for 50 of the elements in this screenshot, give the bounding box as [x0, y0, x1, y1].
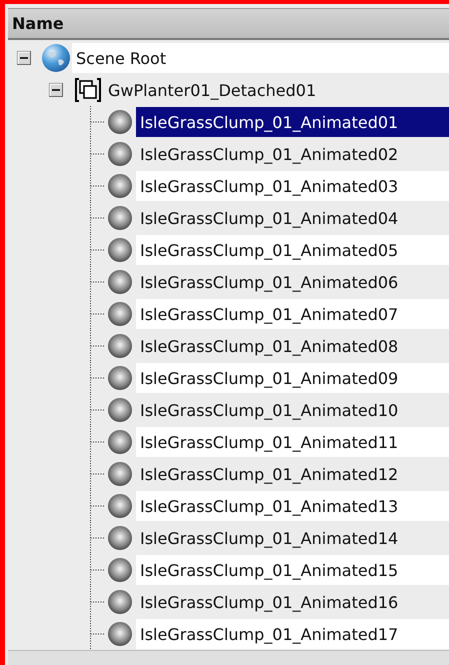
tree-connector-line: [90, 266, 104, 298]
tree-connector-line: [90, 138, 104, 170]
sphere-icon: [106, 396, 134, 424]
tree-item[interactable]: IsleGrassClump_01_Animated13: [136, 491, 449, 521]
sphere-icon: [106, 524, 134, 552]
sphere-icon: [106, 428, 134, 456]
column-header[interactable]: Name: [12, 14, 64, 33]
sphere-icon: [106, 268, 134, 296]
tree-connector-line: [90, 202, 104, 234]
globe-icon: [41, 43, 71, 73]
tree-item[interactable]: IsleGrassClump_01_Animated07: [136, 299, 449, 329]
sphere-icon: [106, 108, 134, 136]
sphere-icon: [106, 492, 134, 520]
tree-connector-line: [90, 618, 104, 650]
tree-item[interactable]: IsleGrassClump_01_Animated05: [136, 235, 449, 265]
tree-connector-line: [90, 234, 104, 266]
tree-connector-line: [90, 458, 104, 490]
tree-item[interactable]: IsleGrassClump_01_Animated15: [136, 555, 449, 585]
sphere-icon: [106, 140, 134, 168]
collapse-toggle-icon[interactable]: [49, 83, 63, 97]
sphere-icon: [106, 620, 134, 648]
tree-connector-line: [90, 394, 104, 426]
tree-item[interactable]: IsleGrassClump_01_Animated11: [136, 427, 449, 457]
tree-item[interactable]: Scene Root: [72, 43, 449, 73]
sphere-icon: [106, 556, 134, 584]
tree-connector-line: [90, 426, 104, 458]
horizontal-scrollbar[interactable]: [8, 650, 449, 665]
sphere-icon: [106, 236, 134, 264]
collapse-toggle-icon[interactable]: [17, 51, 31, 65]
tree-connector-line: [90, 106, 104, 138]
sphere-icon: [106, 204, 134, 232]
sphere-icon: [106, 460, 134, 488]
tree-connector-line: [90, 490, 104, 522]
tree-item[interactable]: IsleGrassClump_01_Animated17: [136, 619, 449, 649]
sphere-icon: [106, 300, 134, 328]
tree-connector-line: [90, 298, 104, 330]
tree-connector-line: [90, 330, 104, 362]
tree-item[interactable]: IsleGrassClump_01_Animated03: [136, 171, 449, 201]
sphere-icon: [106, 332, 134, 360]
sphere-icon: [106, 172, 134, 200]
sphere-icon: [106, 588, 134, 616]
tree-connector-line: [90, 362, 104, 394]
sphere-icon: [106, 364, 134, 392]
tree-connector-line: [90, 522, 104, 554]
tree-item[interactable]: IsleGrassClump_01_Animated01: [136, 107, 449, 137]
tree-connector-line: [90, 170, 104, 202]
tree-connector-line: [90, 586, 104, 618]
group-icon: [74, 76, 102, 104]
tree-connector-line: [90, 554, 104, 586]
tree-item[interactable]: IsleGrassClump_01_Animated09: [136, 363, 449, 393]
